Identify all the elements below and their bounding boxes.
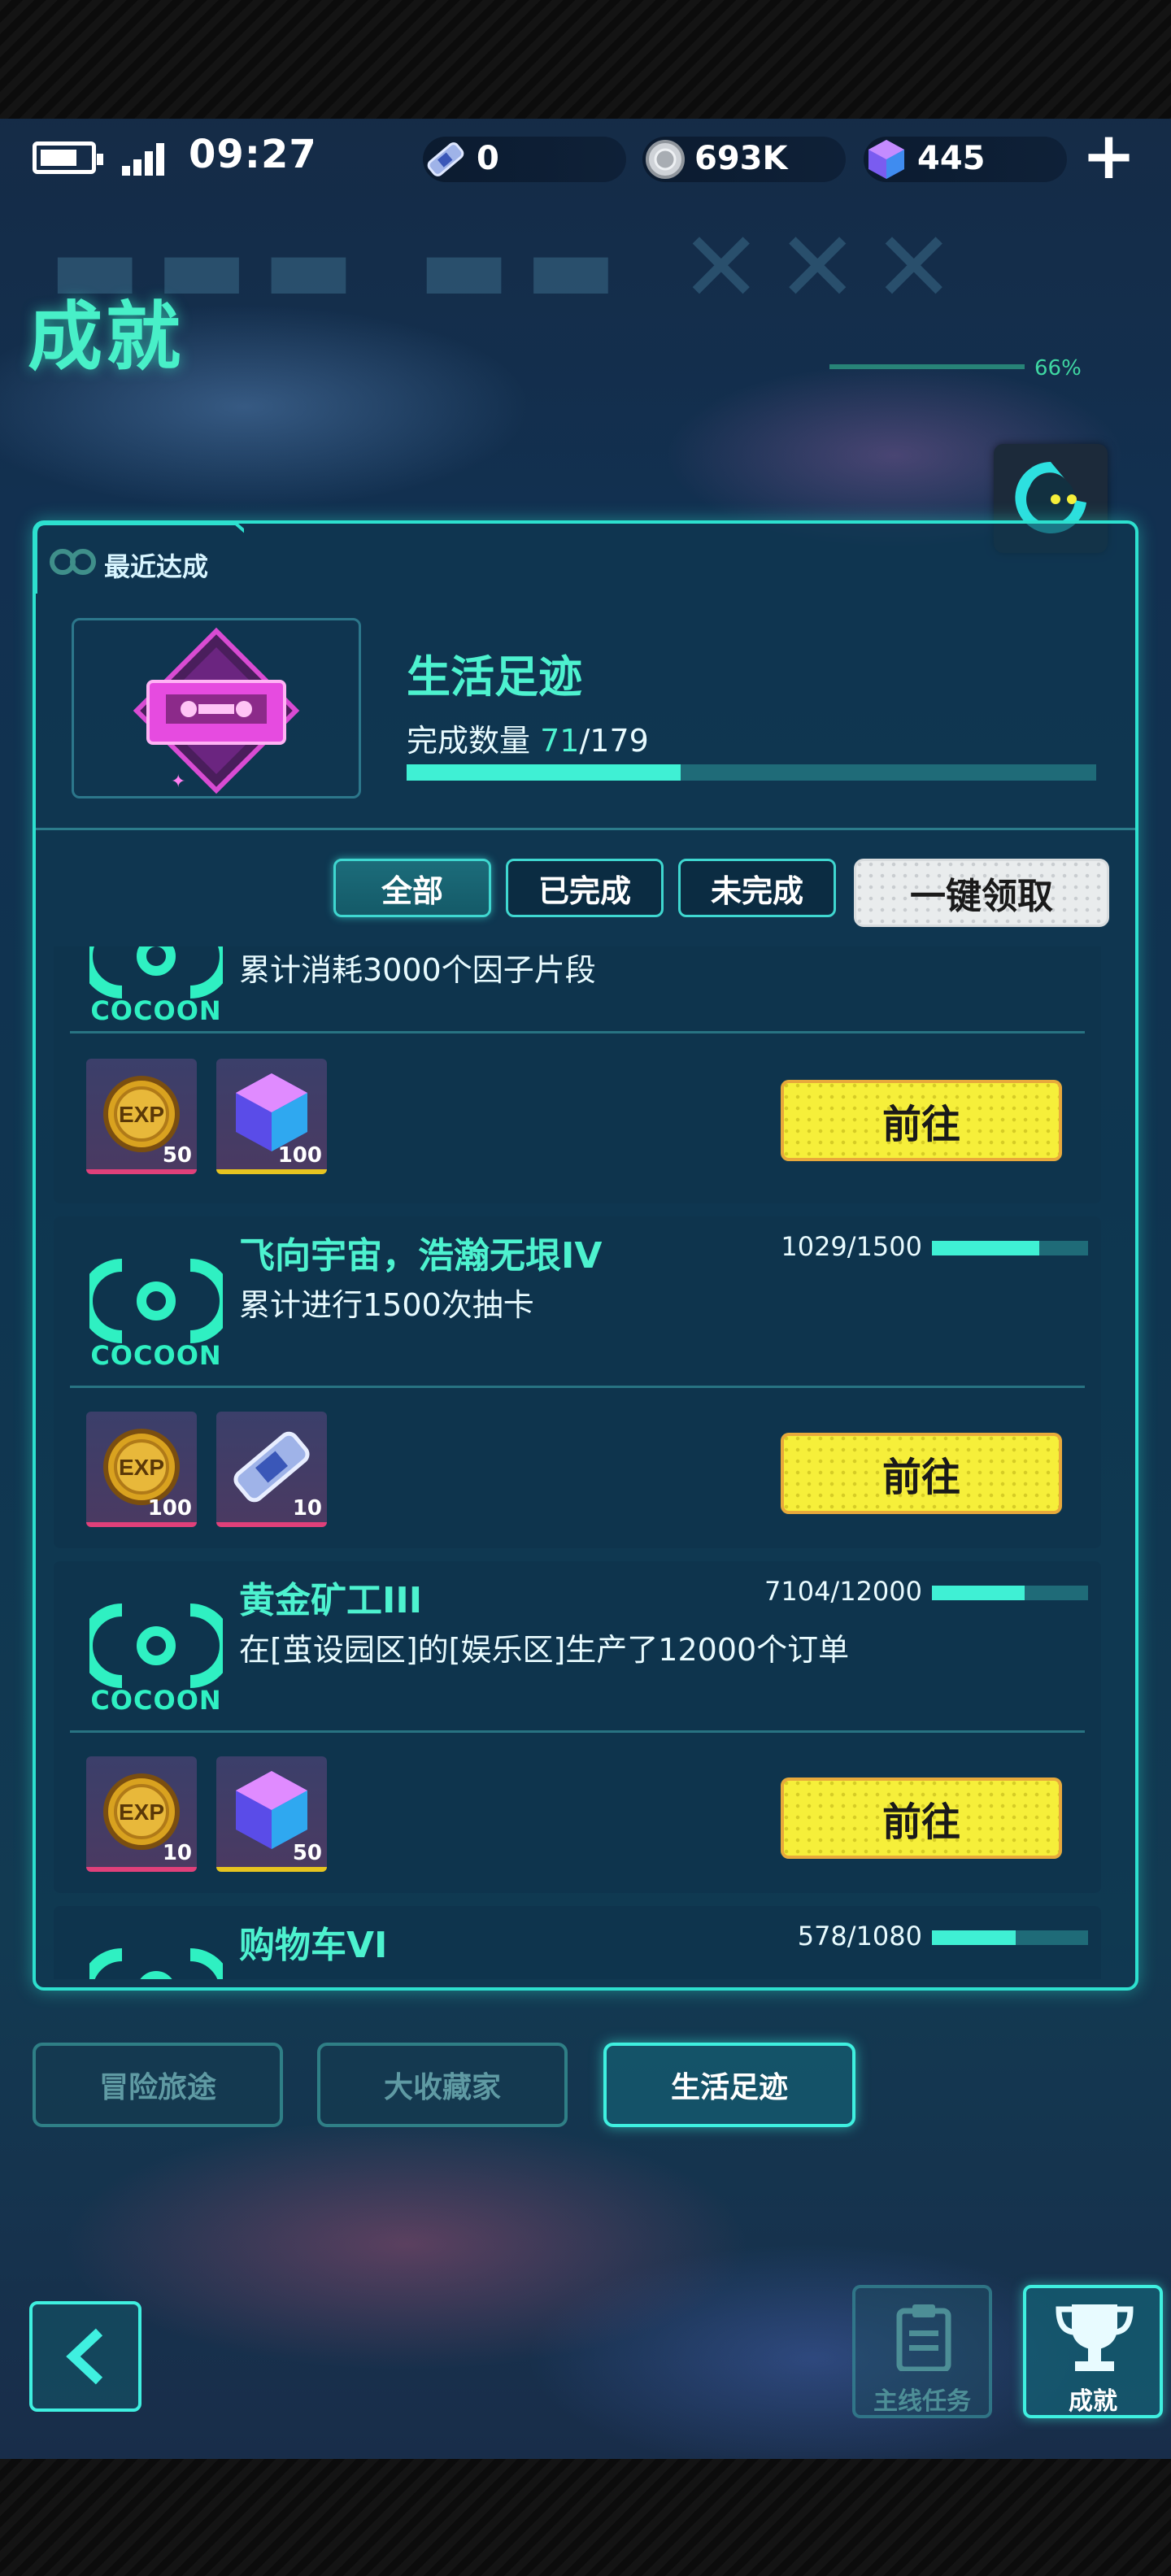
coin-value: 693K (694, 140, 788, 177)
achievement-title: 购物车VI (239, 1925, 388, 1966)
cocoon-label: COCOON (90, 1340, 222, 1371)
achievement-progress-text: 578/1080 (797, 1921, 922, 1952)
panel-divider (36, 828, 1135, 830)
go-button[interactable]: 前往 (781, 1433, 1062, 1514)
ticket-icon (427, 142, 464, 176)
page-title: 成就 (28, 294, 185, 381)
achievement-card: COCOON 飞向宇宙，浩瀚无垠IV 1029/1500 累计进行1500次抽卡… (54, 1216, 1101, 1548)
category-tab-adventure[interactable]: 冒险旅途 (33, 2043, 283, 2127)
exp-coin-icon: EXP (103, 1076, 180, 1152)
coin-icon (646, 140, 685, 179)
reward-qty: 50 (162, 1143, 192, 1168)
claim-all-button[interactable]: 一键领取 (854, 859, 1109, 927)
achievement-desc: 累计消耗3000个因子片段 (239, 952, 596, 988)
achievement-progress-fill (932, 1586, 1025, 1600)
header-progress-line (829, 364, 1025, 369)
achievement-card: 购物车VI 578/1080 (54, 1906, 1101, 1979)
header-decoration: ▬▬▬ ▬▬ ✕✕✕ (49, 211, 970, 324)
achievement-desc: 累计进行1500次抽卡 (239, 1287, 534, 1323)
reward-exp[interactable]: EXP 50 (86, 1059, 197, 1174)
achievement-progress-fill (932, 1930, 1016, 1945)
reward-qty: 10 (292, 1496, 322, 1521)
cocoon-small-icon (50, 549, 96, 575)
card-divider (70, 1730, 1085, 1733)
main-quest-button[interactable]: 主线任务 (852, 2285, 992, 2418)
main-quest-label: 主线任务 (873, 2387, 971, 2416)
reward-qty: 10 (162, 1841, 192, 1865)
completion-count: 完成数量 71/179 (407, 716, 649, 760)
ticket-counter[interactable]: 0 (423, 137, 626, 182)
bottom-letterbox (0, 2459, 1171, 2576)
cocoon-logo-icon (89, 946, 223, 999)
coin-counter[interactable]: 693K (642, 137, 846, 182)
gem-value: 445 (917, 140, 986, 177)
svg-text:EXP: EXP (119, 1455, 164, 1480)
clipboard-icon (896, 2304, 951, 2371)
achievement-title: 黄金矿工III (239, 1580, 423, 1621)
achievement-nav-label: 成就 (1069, 2387, 1117, 2416)
card-divider (70, 1031, 1085, 1033)
category-tab-collector[interactable]: 大收藏家 (317, 2043, 568, 2127)
svg-text:✦: ✦ (171, 772, 185, 792)
achievement-desc: 在[茧设园区]的[娱乐区]生产了12000个订单 (239, 1632, 850, 1668)
gem-icon (868, 140, 904, 179)
clock: 09:27 (189, 132, 317, 177)
reward-gem[interactable]: 50 (216, 1756, 327, 1872)
back-button[interactable] (29, 2301, 141, 2412)
battery-icon (33, 141, 103, 174)
cocoon-label: COCOON (90, 995, 222, 1026)
go-button[interactable]: 前往 (781, 1778, 1062, 1859)
reward-qty: 50 (292, 1841, 322, 1865)
filter-all-button[interactable]: 全部 (333, 859, 491, 917)
achievement-nav-button[interactable]: 成就 (1023, 2285, 1163, 2418)
gem-icon (236, 1073, 307, 1151)
gem-counter[interactable]: 445 (864, 137, 1067, 182)
completion-progress-fill (407, 764, 681, 781)
header-progress-text: 66% (1034, 356, 1082, 381)
achievement-card: COCOON 黄金矿工III 7104/12000 在[茧设园区]的[娱乐区]生… (54, 1561, 1101, 1893)
reward-qty: 100 (147, 1496, 192, 1521)
category-tab-life[interactable]: 生活足迹 (603, 2043, 855, 2127)
gem-icon (236, 1771, 307, 1849)
achievement-progress-fill (932, 1241, 1039, 1255)
achievement-progress-text: 1029/1500 (781, 1231, 922, 1262)
chevron-left-icon (66, 2328, 103, 2385)
cassette-badge-icon: ✦ (133, 627, 300, 794)
reward-exp[interactable]: EXP 10 (86, 1756, 197, 1872)
cocoon-logo-icon (89, 1948, 223, 1979)
add-currency-button[interactable]: + (1082, 124, 1136, 189)
recent-label: 最近达成 (104, 551, 209, 582)
ticket-value: 0 (477, 140, 499, 177)
svg-text:EXP: EXP (119, 1799, 164, 1825)
reward-exp[interactable]: EXP 100 (86, 1412, 197, 1527)
reward-gem[interactable]: 100 (216, 1059, 327, 1174)
achievement-card: COCOON 累计消耗3000个因子片段 EXP 50 100 前往 (54, 946, 1101, 1203)
svg-text:EXP: EXP (119, 1102, 164, 1127)
reward-qty: 100 (277, 1143, 322, 1168)
completion-count-label: 完成数量 (407, 723, 531, 759)
achievement-progress-text: 7104/12000 (764, 1576, 922, 1607)
filter-done-button[interactable]: 已完成 (506, 859, 664, 917)
card-divider (70, 1386, 1085, 1388)
signal-icon (122, 143, 164, 176)
trophy-icon (1056, 2304, 1134, 2371)
exp-coin-icon: EXP (103, 1429, 180, 1505)
reward-ticket[interactable]: 10 (216, 1412, 327, 1527)
achievement-list[interactable]: COCOON 累计消耗3000个因子片段 EXP 50 100 前往 COCOO… (49, 946, 1106, 1979)
cocoon-label: COCOON (90, 1685, 222, 1716)
completion-count-done: 71 (540, 723, 580, 759)
go-button[interactable]: 前往 (781, 1080, 1062, 1161)
completion-count-total: /179 (579, 723, 649, 759)
exp-coin-icon: EXP (103, 1773, 180, 1850)
filter-undone-button[interactable]: 未完成 (678, 859, 836, 917)
achievement-title: 飞向宇宙，浩瀚无垠IV (239, 1235, 603, 1277)
top-letterbox (0, 0, 1171, 119)
badge-title: 生活足迹 (407, 651, 582, 703)
